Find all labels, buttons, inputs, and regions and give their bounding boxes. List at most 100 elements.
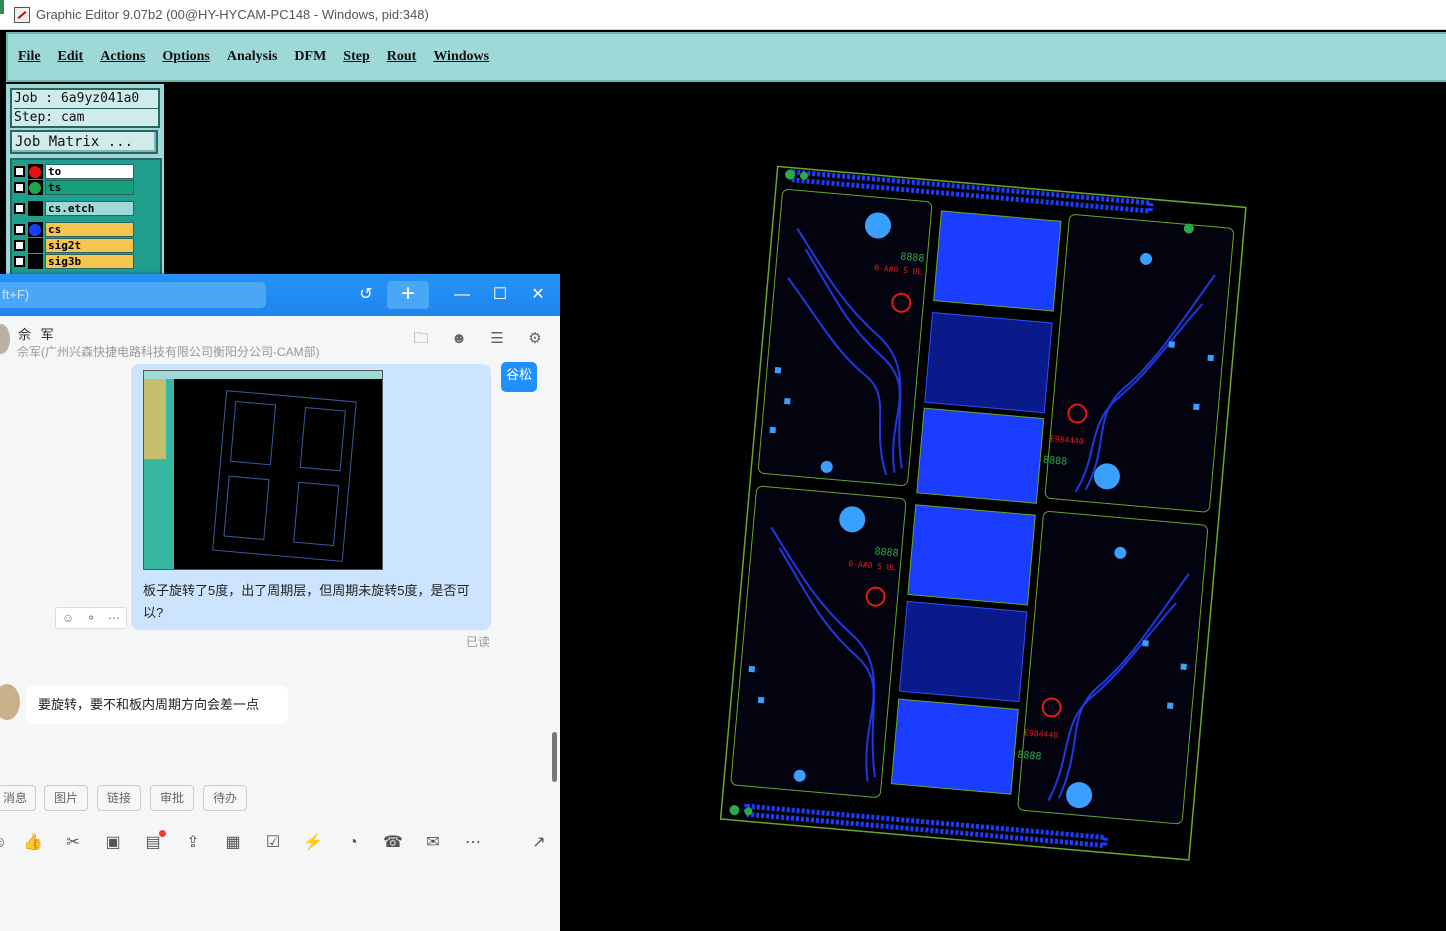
layer-name[interactable]: cs (45, 222, 134, 237)
reply-icon[interactable]: ⚬ (86, 611, 96, 625)
layer-checkbox[interactable] (14, 203, 25, 214)
copper-pour (933, 210, 1062, 312)
window-title: Graphic Editor 9.07b2 (00@HY-HYCAM-PC148… (36, 7, 429, 22)
unit-outline (1017, 510, 1209, 825)
layer-color-swatch[interactable] (28, 201, 43, 216)
message-bubble[interactable]: 板子旋转了5度，出了周期层，但周期未旋转5度，是否可以? (131, 364, 491, 630)
svg-text:8888: 8888 (1017, 750, 1042, 763)
emoji-icon[interactable]: ☺ (0, 832, 10, 854)
gear-icon[interactable]: ⚙ (524, 328, 546, 350)
menu-actions[interactable]: Actions (100, 49, 145, 65)
filter-links-button[interactable]: 链接 (97, 785, 141, 811)
layer-panel: Job : 6a9yz041a0 Step: cam Job Matrix ..… (6, 84, 164, 288)
layer-row-to[interactable]: to (14, 164, 134, 179)
step-label: Step: cam (14, 110, 85, 125)
corner-accent (0, 0, 4, 14)
layer-color-swatch[interactable] (28, 254, 43, 269)
menu-rout[interactable]: Rout (387, 49, 417, 65)
menu-step[interactable]: Step (343, 49, 369, 65)
layer-row-cs[interactable]: cs (14, 222, 134, 237)
add-user-icon[interactable]: ☻ (448, 328, 470, 350)
search-history-icon[interactable]: ☰ (486, 328, 508, 350)
upload-icon[interactable]: ⇪ (182, 832, 204, 854)
layer-color-swatch[interactable] (28, 180, 43, 195)
screenshot-thumbnail[interactable] (143, 370, 383, 570)
history-icon[interactable]: ↺ (355, 284, 377, 306)
task-check-icon[interactable]: ☑ (262, 832, 284, 854)
svg-text:8888: 8888 (1043, 455, 1068, 468)
layer-list: to ts cs.etch cs sig2t sig3b (10, 158, 162, 288)
calendar-icon[interactable]: ▦ (222, 832, 244, 854)
minimize-icon[interactable]: — (451, 284, 473, 306)
svg-text:8888: 8888 (874, 546, 899, 559)
job-info: Job : 6a9yz041a0 Step: cam (10, 88, 160, 128)
folder-icon[interactable]: 🗀 (410, 328, 432, 350)
layer-name[interactable]: to (45, 164, 134, 179)
layer-checkbox[interactable] (14, 182, 25, 193)
add-button[interactable]: + (387, 281, 429, 309)
contact-header: 佘 军 佘军(广州兴森快捷电路科技有限公司衡阳分公司-CAM部) 🗀 ☻ ☰ ⚙ (0, 316, 560, 364)
layer-checkbox[interactable] (14, 224, 25, 235)
layer-name[interactable]: ts (45, 180, 134, 195)
copper-pour (907, 504, 1036, 606)
scissors-icon[interactable]: ✂ (62, 832, 84, 854)
contact-name: 佘 军 (18, 327, 57, 342)
menu-options[interactable]: Options (162, 49, 209, 65)
copper-pour (916, 407, 1045, 504)
menu-file[interactable]: File (18, 49, 41, 65)
emoji-reaction-icon[interactable]: ☺ (62, 611, 74, 625)
layer-name[interactable]: cs.etch (45, 201, 134, 216)
layer-color-swatch[interactable] (28, 164, 43, 179)
layer-checkbox[interactable] (14, 166, 25, 177)
reply-bubble[interactable]: 要旋转，要不和板内周期方向会差一点 (26, 686, 288, 724)
more-icon[interactable]: ⋯ (462, 832, 484, 854)
app-icon (14, 6, 30, 23)
layer-name[interactable]: sig2t (45, 238, 134, 253)
search-input[interactable]: ft+F) (0, 282, 266, 308)
menu-windows[interactable]: Windows (433, 49, 489, 65)
layer-row-sig3b[interactable]: sig3b (14, 254, 134, 269)
svg-text:8888: 8888 (900, 252, 925, 265)
gauge-icon[interactable]: ◔ (342, 832, 364, 854)
layer-color-swatch[interactable] (28, 238, 43, 253)
phone-icon[interactable]: ☎ (382, 832, 404, 854)
close-icon[interactable]: ✕ (527, 284, 549, 306)
chat-header: ft+F) ↺ + — ☐ ✕ (0, 274, 560, 316)
avatar[interactable] (0, 324, 10, 354)
thumbs-up-icon[interactable]: 👍 (22, 832, 44, 854)
input-toolbar: ☺ 👍 ✂ ▣ ▤ ⇪ ▦ ☑ ⚡ ◔ ☎ ✉ ⋯ ↗ (0, 830, 560, 856)
filter-todo-button[interactable]: 待办 (203, 785, 247, 811)
scrollbar[interactable] (552, 732, 557, 782)
menu-dfm[interactable]: DFM (294, 49, 326, 65)
more-icon[interactable]: ⋯ (108, 611, 120, 625)
quick-filters: 消息 图片 链接 审批 待办 (0, 785, 560, 813)
sender-tag[interactable]: 谷松 (501, 362, 537, 392)
filter-messages-button[interactable]: 消息 (0, 785, 36, 811)
message-tools: ☺ ⚬ ⋯ (55, 607, 127, 629)
command-icon[interactable]: ▣ (102, 832, 124, 854)
layer-row-cs-etch[interactable]: cs.etch (14, 201, 134, 216)
layer-name[interactable]: sig3b (45, 254, 134, 269)
filter-approval-button[interactable]: 审批 (150, 785, 194, 811)
lightning-icon[interactable]: ⚡ (302, 832, 324, 854)
thumb-drawing (212, 390, 357, 562)
bga-area (898, 600, 1028, 703)
layer-checkbox[interactable] (14, 256, 25, 267)
layer-row-sig2t[interactable]: sig2t (14, 238, 134, 253)
filter-images-button[interactable]: 图片 (44, 785, 88, 811)
message-text: 板子旋转了5度，出了周期层，但周期未旋转5度，是否可以? (143, 583, 470, 620)
read-status: 已读 (466, 635, 491, 649)
maximize-icon[interactable]: ☐ (489, 284, 511, 306)
menu-analysis[interactable]: Analysis (227, 49, 278, 65)
notification-dot (159, 830, 166, 837)
avatar[interactable] (0, 684, 20, 720)
bga-area (924, 311, 1053, 414)
job-matrix-button[interactable]: Job Matrix ... (10, 130, 158, 154)
chat-window: ft+F) ↺ + — ☐ ✕ 佘 军 佘军(广州兴森快捷电路科技有限公司衡阳分… (0, 274, 560, 931)
mail-icon[interactable]: ✉ (422, 832, 444, 854)
layer-color-swatch[interactable] (28, 222, 43, 237)
expand-icon[interactable]: ↗ (528, 832, 550, 854)
layer-checkbox[interactable] (14, 240, 25, 251)
layer-row-ts[interactable]: ts (14, 180, 134, 195)
menu-edit[interactable]: Edit (58, 49, 84, 65)
